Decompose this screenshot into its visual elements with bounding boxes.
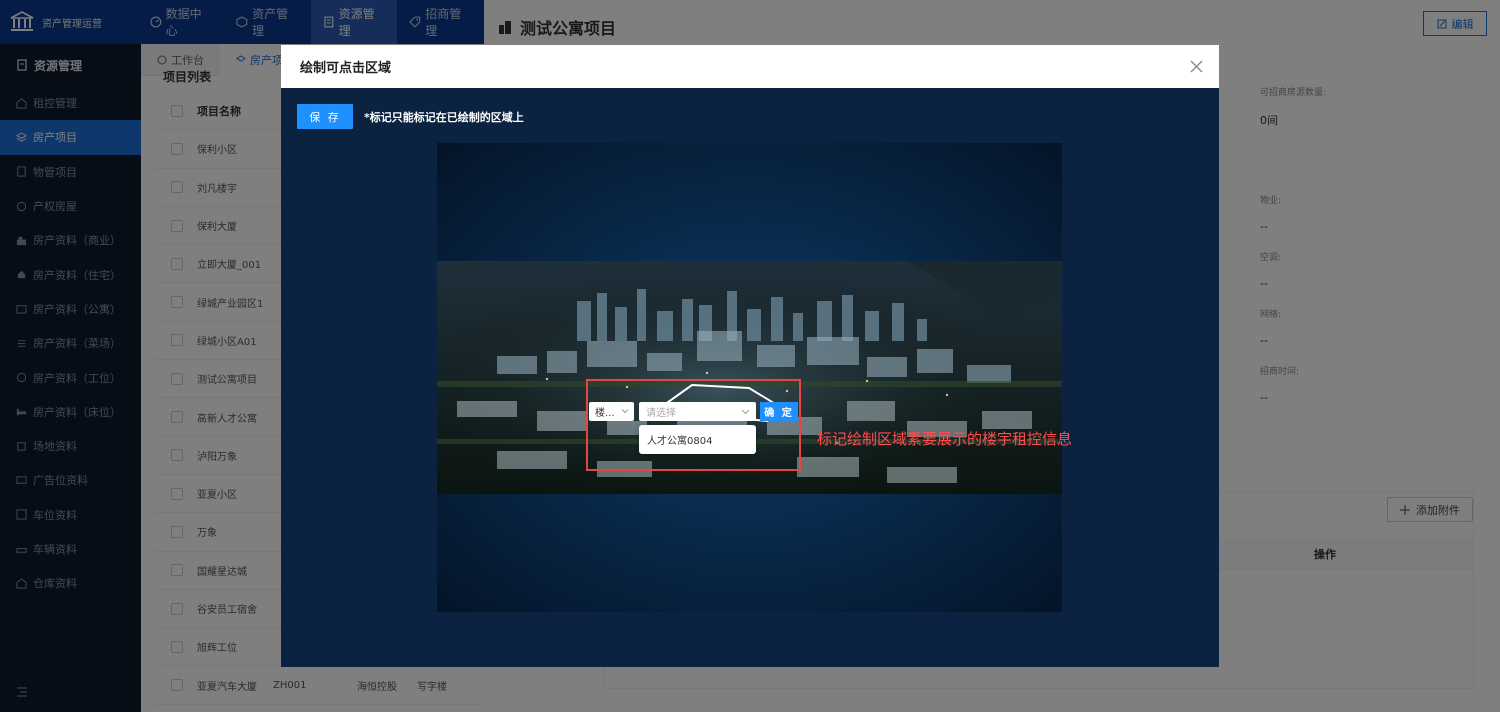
chevron-down-icon bbox=[621, 409, 629, 414]
modal-header: 绘制可点击区域 bbox=[281, 45, 1219, 88]
modal-title: 绘制可点击区域 bbox=[300, 61, 392, 76]
save-button[interactable]: 保 存 bbox=[297, 104, 353, 129]
room-select[interactable]: 请选择 bbox=[639, 402, 756, 421]
room-select-placeholder: 请选择 bbox=[646, 408, 676, 419]
annotation-text: 标记绘制区域素要展示的楼宇租控信息 bbox=[817, 430, 1073, 448]
drawing-canvas[interactable] bbox=[437, 143, 1062, 612]
draw-area-modal: 绘制可点击区域 保 存 *标记只能标记在已绘制的区域上 bbox=[281, 45, 1219, 667]
building-select-value: 楼... bbox=[595, 408, 615, 419]
chevron-down-icon bbox=[741, 409, 750, 415]
confirm-button[interactable]: 确 定 bbox=[760, 402, 798, 421]
room-dropdown-option[interactable]: 人才公寓0804 bbox=[639, 425, 756, 454]
close-icon[interactable] bbox=[1190, 60, 1203, 73]
draw-hint: *标记只能标记在已绘制的区域上 bbox=[364, 111, 524, 124]
building-select[interactable]: 楼... bbox=[589, 402, 634, 421]
